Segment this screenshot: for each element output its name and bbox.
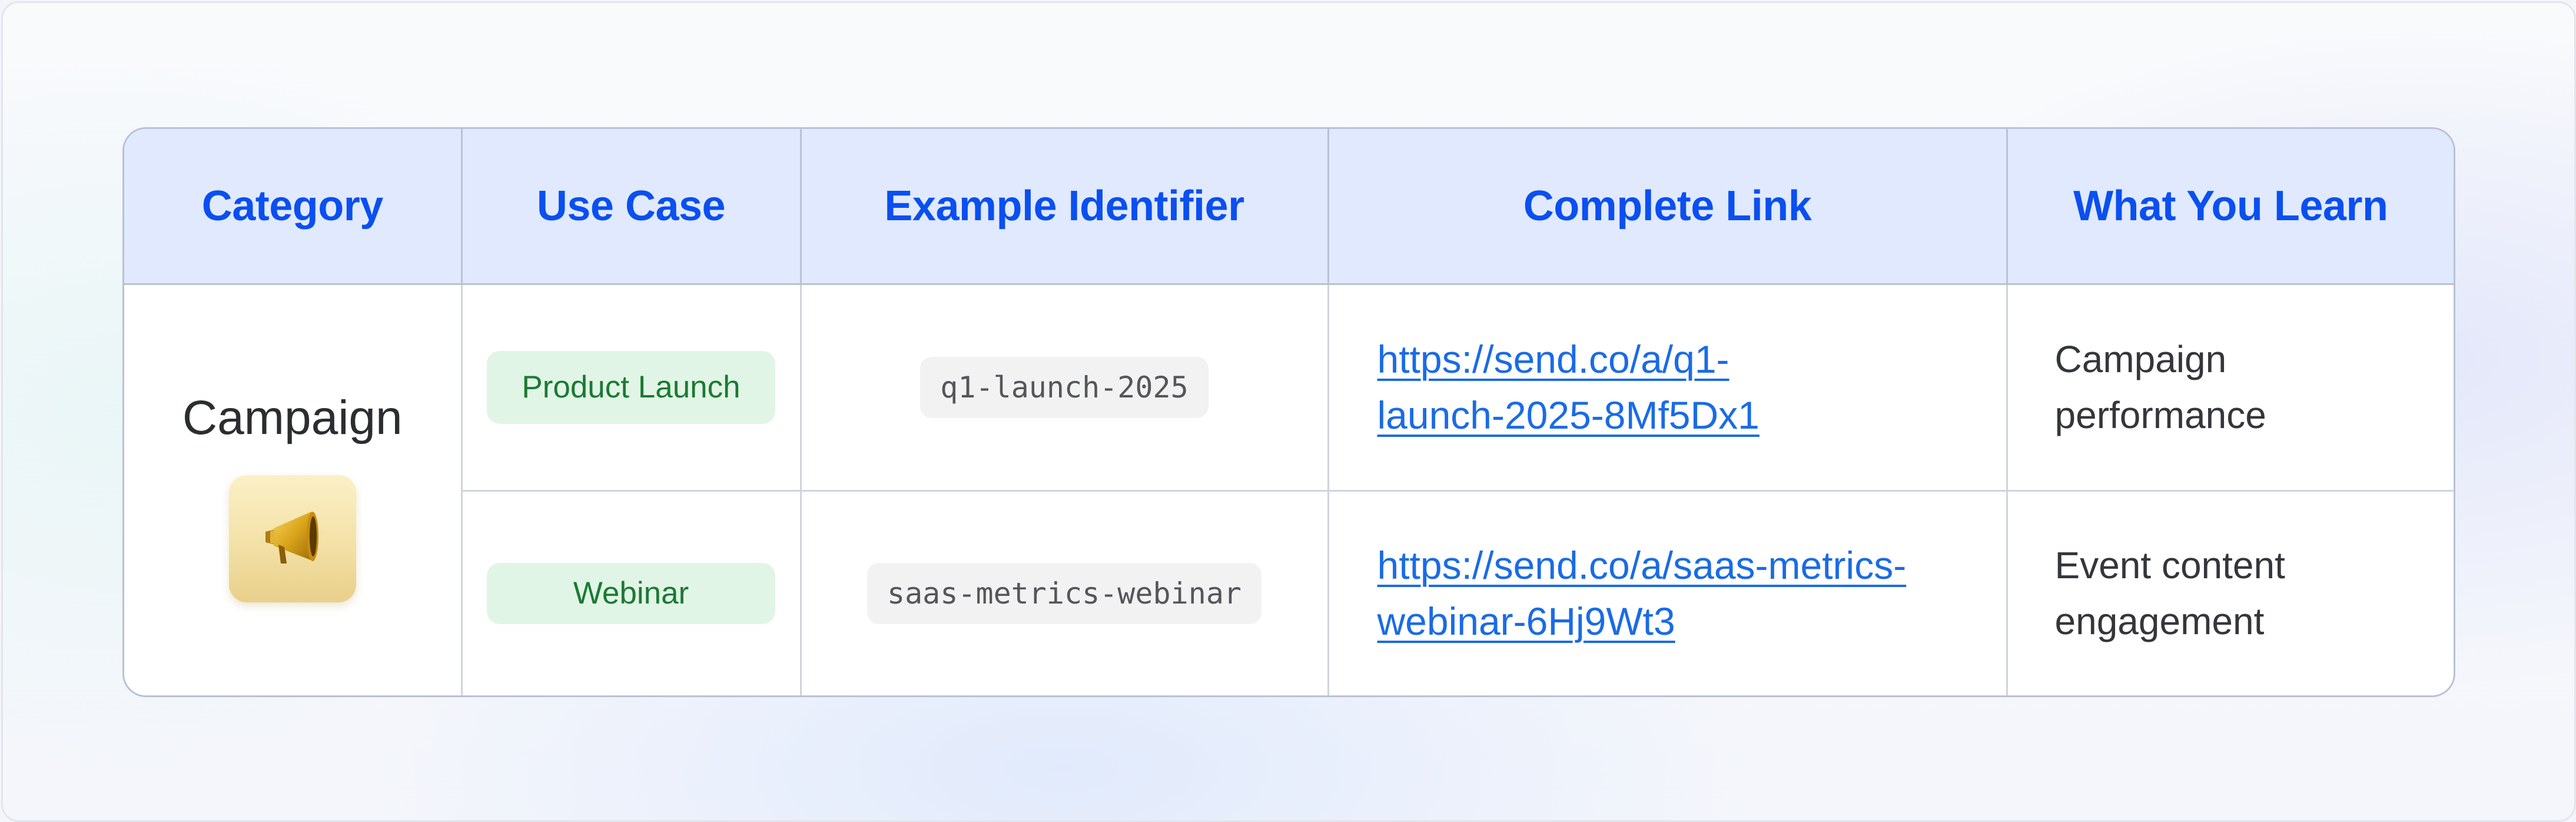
use-case-cell: Webinar (462, 490, 802, 695)
table-row: Campaign Product Launch q1-launch-2025 h… (124, 284, 2454, 695)
header-what-you-learn: What You Learn (2007, 129, 2454, 285)
learn-line-2: performance (2054, 393, 2266, 436)
learn-cell: Event content engagement (2007, 490, 2454, 695)
use-case-badge: Webinar (487, 562, 775, 624)
identifier-cell: q1-launch-2025 (801, 284, 1329, 492)
identifier-code: q1-launch-2025 (920, 356, 1209, 418)
use-case-cell: Product Launch (462, 284, 802, 492)
category-label: Campaign (182, 390, 403, 445)
use-case-badge: Product Launch (487, 350, 775, 424)
data-table: Category Use Case Example Identifier Com… (124, 129, 2454, 695)
table-row: Webinar saas-metrics-webinar https://sen… (124, 490, 2454, 695)
header-example-identifier: Example Identifier (801, 129, 1329, 285)
learn-cell: Campaign performance (2007, 284, 2454, 492)
complete-link[interactable]: https://send.co/a/saas-metrics- webinar-… (1377, 538, 1983, 649)
identifier-cell: saas-metrics-webinar (801, 490, 1329, 695)
learn-line-1: Campaign (2054, 337, 2227, 380)
link-line-1: https://send.co/a/saas-metrics- (1377, 543, 1907, 587)
link-line-2: webinar-6Hj9Wt3 (1377, 599, 1675, 643)
megaphone-graphic (265, 511, 318, 564)
link-cell: https://send.co/a/saas-metrics- webinar-… (1328, 490, 2008, 695)
link-cell: https://send.co/a/q1- launch-2025-8Mf5Dx… (1328, 284, 2008, 492)
learn-line-1: Event content (2054, 543, 2285, 586)
url-examples-table: Category Use Case Example Identifier Com… (122, 127, 2455, 697)
table-header-row: Category Use Case Example Identifier Com… (124, 129, 2454, 285)
header-use-case: Use Case (462, 129, 802, 285)
identifier-code: saas-metrics-webinar (867, 562, 1262, 624)
megaphone-icon (228, 475, 356, 602)
link-line-2: launch-2025-8Mf5Dx1 (1377, 393, 1760, 437)
header-complete-link: Complete Link (1328, 129, 2008, 285)
learn-line-2: engagement (2054, 599, 2265, 642)
category-cell: Campaign (124, 284, 463, 695)
link-line-1: https://send.co/a/q1- (1377, 337, 1729, 381)
header-category: Category (124, 129, 463, 285)
complete-link[interactable]: https://send.co/a/q1- launch-2025-8Mf5Dx… (1377, 332, 1983, 443)
page-frame: Category Use Case Example Identifier Com… (1, 1, 2576, 822)
